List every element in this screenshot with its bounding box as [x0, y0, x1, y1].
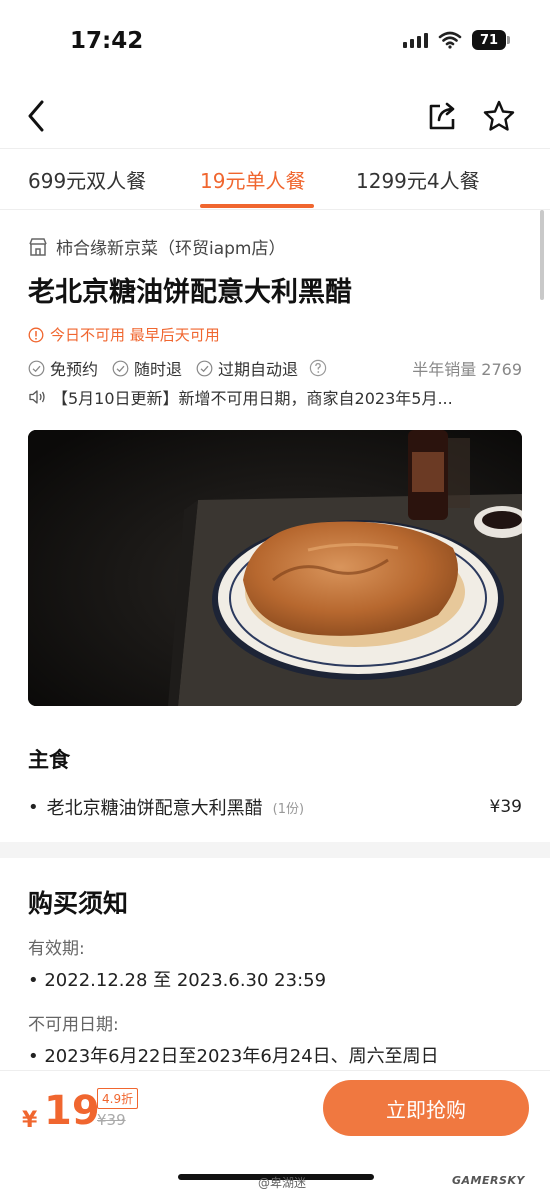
menu-item-qty: (1份)	[272, 801, 305, 817]
buy-now-button[interactable]: 立即抢购	[323, 1080, 529, 1136]
active-tab-indicator	[200, 204, 314, 208]
unavailable-value-row: • 2023年6月22日至2023年6月24日、周六至周日	[28, 1042, 439, 1068]
menu-item-name: 老北京糖油饼配意大利黑醋	[46, 798, 263, 819]
current-price: 19	[44, 1088, 100, 1134]
store-icon	[29, 237, 47, 256]
scrollbar[interactable]	[540, 210, 544, 300]
purchase-notes-heading: 购买须知	[28, 889, 129, 918]
tab-1299-four[interactable]: 1299元4人餐	[356, 165, 480, 194]
feature-label: 过期自动退	[218, 360, 299, 379]
feature-label: 随时退	[134, 360, 183, 379]
status-icons: 71	[403, 30, 510, 50]
speaker-icon	[29, 390, 45, 404]
deal-photo[interactable]	[28, 430, 522, 706]
share-icon[interactable]	[426, 100, 458, 132]
watermark-logo: GAMERSKY	[452, 1174, 525, 1187]
notice-text: 【5月10日更新】新增不可用日期，商家自2023年5月...	[52, 389, 453, 408]
food-photo-illustration	[28, 430, 522, 706]
currency-symbol: ¥	[22, 1108, 38, 1133]
feature-label: 免预约	[50, 360, 99, 379]
tab-19-single[interactable]: 19元单人餐	[200, 165, 305, 194]
store-name: 柿合缘新京菜（环贸iapm店）	[56, 239, 286, 259]
availability-text: 今日不可用 最早后天可用	[50, 326, 220, 344]
menu-item-row: • 老北京糖油饼配意大利黑醋 (1份) ¥39	[28, 794, 522, 820]
nav-bar	[0, 88, 550, 144]
validity-label: 有效期:	[28, 939, 85, 959]
check-circle-icon	[28, 360, 45, 376]
bullet: •	[28, 970, 45, 991]
validity-value-row: • 2022.12.28 至 2023.6.30 23:59	[28, 966, 326, 992]
original-price: ¥39	[97, 1111, 126, 1129]
availability-warning: 今日不可用 最早后天可用	[28, 324, 220, 345]
chevron-left-icon[interactable]	[22, 98, 52, 134]
status-bar: 17:42 71	[0, 0, 550, 80]
feature-auto-refund: 过期自动退	[196, 356, 327, 380]
bullet: •	[28, 1046, 45, 1067]
section-divider	[0, 842, 550, 858]
store-name-row[interactable]: 柿合缘新京菜（环贸iapm店）	[28, 234, 286, 259]
notice-row[interactable]: 【5月10日更新】新增不可用日期，商家自2023年5月...	[28, 385, 522, 409]
feature-tags: 免预约 随时退 过期自动退 半年销量 2769	[28, 356, 522, 380]
sales-count: 半年销量 2769	[412, 360, 522, 379]
status-time: 17:42	[70, 28, 144, 54]
check-circle-icon	[112, 360, 129, 376]
deal-title: 老北京糖油饼配意大利黑醋	[28, 277, 352, 308]
question-icon[interactable]	[309, 359, 327, 377]
bullet: •	[28, 796, 39, 818]
feature-refund-anytime: 随时退	[112, 356, 182, 380]
menu-heading: 主食	[28, 748, 70, 772]
unavailable-value: 2023年6月22日至2023年6月24日、周六至周日	[44, 1046, 439, 1067]
star-icon[interactable]	[482, 99, 516, 133]
battery-level: 71	[472, 30, 506, 50]
tab-699-double[interactable]: 699元双人餐	[28, 165, 146, 194]
menu-item-price: ¥39	[489, 797, 522, 817]
battery-icon: 71	[472, 30, 510, 50]
validity-value: 2022.12.28 至 2023.6.30 23:59	[44, 970, 327, 991]
cellular-signal-icon	[403, 32, 428, 48]
check-circle-icon	[196, 360, 213, 376]
feature-no-reservation: 免预约	[28, 356, 98, 380]
watermark-user: @卑湖迷	[258, 1176, 307, 1190]
package-tabs: 699元双人餐 19元单人餐 1299元4人餐	[0, 148, 550, 210]
info-icon	[28, 327, 44, 342]
discount-badge: 4.9折	[97, 1088, 139, 1109]
wifi-icon	[438, 31, 462, 49]
unavailable-label: 不可用日期:	[28, 1015, 119, 1035]
